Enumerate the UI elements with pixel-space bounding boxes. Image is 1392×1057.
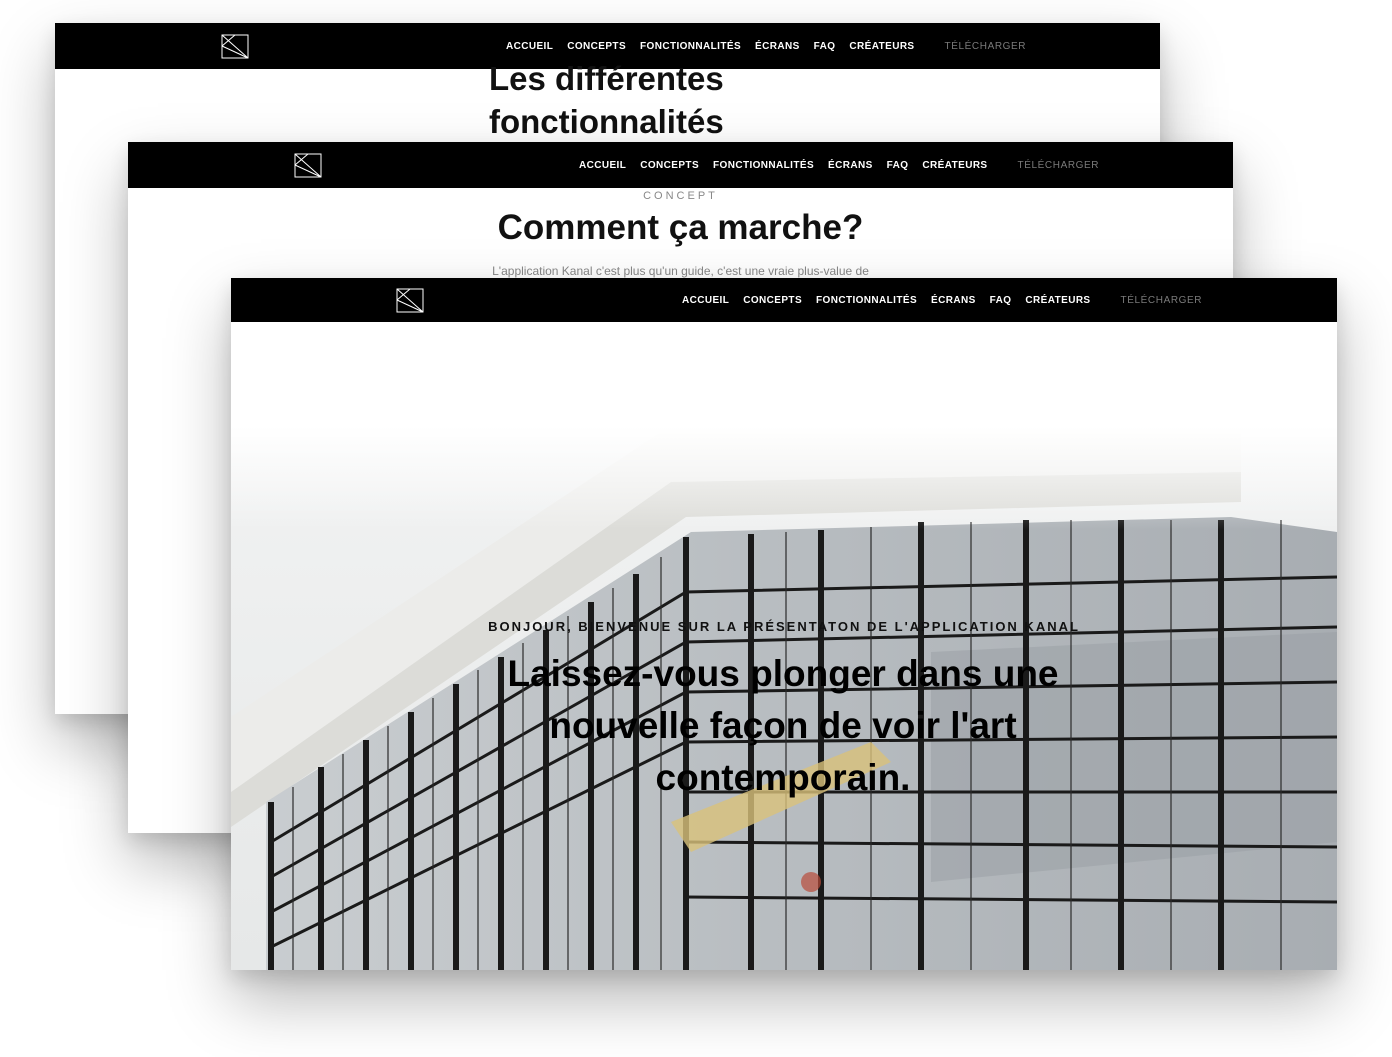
kanal-logo-icon[interactable] bbox=[294, 153, 322, 178]
kanal-logo-icon[interactable] bbox=[221, 34, 249, 59]
nav-createurs[interactable]: CRÉATEURS bbox=[849, 41, 914, 52]
nav-telecharger[interactable]: TÉLÉCHARGER bbox=[945, 41, 1027, 52]
hero-title: Laissez-vous plonger dans une nouvelle f… bbox=[507, 653, 1059, 798]
section-title: Comment ça marche? bbox=[497, 208, 864, 247]
nav-ecrans[interactable]: ÉCRANS bbox=[931, 295, 976, 306]
hero-building-image bbox=[231, 322, 1337, 970]
nav-concepts[interactable]: CONCEPTS bbox=[743, 295, 802, 306]
nav-ecrans[interactable]: ÉCRANS bbox=[755, 41, 800, 52]
nav-fonctionnalites[interactable]: FONCTIONNALITÉS bbox=[816, 295, 917, 306]
nav-telecharger[interactable]: TÉLÉCHARGER bbox=[1018, 160, 1100, 171]
hero-section: BONJOUR, BIENVENUE SUR LA PRÉSENTATON DE… bbox=[231, 322, 1337, 970]
nav-telecharger[interactable]: TÉLÉCHARGER bbox=[1121, 295, 1203, 306]
navbar: ACCUEIL CONCEPTS FONCTIONNALITÉS ÉCRANS … bbox=[128, 142, 1233, 188]
kanal-logo-icon[interactable] bbox=[396, 288, 424, 313]
nav-faq[interactable]: FAQ bbox=[887, 160, 909, 171]
hero-eyebrow: BONJOUR, BIENVENUE SUR LA PRÉSENTATON DE… bbox=[488, 619, 1080, 634]
nav-menu: ACCUEIL CONCEPTS FONCTIONNALITÉS ÉCRANS … bbox=[579, 142, 1099, 188]
section-title: Les différentes fonctionnalités bbox=[489, 60, 724, 140]
nav-createurs[interactable]: CRÉATEURS bbox=[1025, 295, 1090, 306]
nav-concepts[interactable]: CONCEPTS bbox=[640, 160, 699, 171]
nav-faq[interactable]: FAQ bbox=[814, 41, 836, 52]
section-eyebrow: CONCEPT bbox=[643, 190, 718, 202]
nav-ecrans[interactable]: ÉCRANS bbox=[828, 160, 873, 171]
nav-menu: ACCUEIL CONCEPTS FONCTIONNALITÉS ÉCRANS … bbox=[682, 278, 1202, 322]
nav-accueil[interactable]: ACCUEIL bbox=[579, 160, 626, 171]
screenshot-accueil: ACCUEIL CONCEPTS FONCTIONNALITÉS ÉCRANS … bbox=[231, 278, 1337, 970]
nav-accueil[interactable]: ACCUEIL bbox=[682, 295, 729, 306]
section-text: L'application Kanal c'est plus qu'un gui… bbox=[492, 264, 869, 278]
navbar: ACCUEIL CONCEPTS FONCTIONNALITÉS ÉCRANS … bbox=[231, 278, 1337, 322]
nav-createurs[interactable]: CRÉATEURS bbox=[922, 160, 987, 171]
nav-accueil[interactable]: ACCUEIL bbox=[506, 41, 553, 52]
nav-faq[interactable]: FAQ bbox=[990, 295, 1012, 306]
nav-concepts[interactable]: CONCEPTS bbox=[567, 41, 626, 52]
nav-fonctionnalites[interactable]: FONCTIONNALITÉS bbox=[640, 41, 741, 52]
nav-fonctionnalites[interactable]: FONCTIONNALITÉS bbox=[713, 160, 814, 171]
